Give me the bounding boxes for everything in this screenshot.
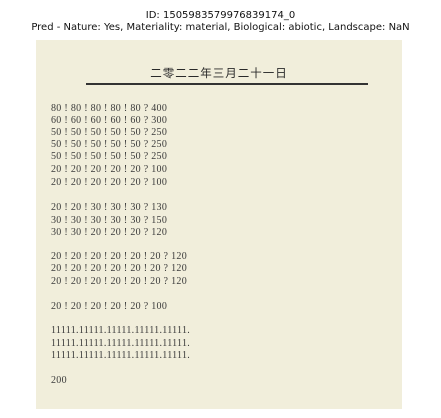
document-line: 30 ! 30 ! 20 ! 20 ! 20 ? 120 [51, 227, 168, 238]
document-line: 50 ! 50 ! 50 ! 50 ! 50 ? 250 [51, 151, 168, 162]
title-underline [86, 83, 368, 85]
prediction-caption: Pred - Nature: Yes, Materiality: materia… [31, 22, 410, 33]
document-line: 20 ! 20 ! 20 ! 20 ! 20 ? 100 [51, 164, 168, 175]
document-line: 20 ! 20 ! 20 ! 20 ! 20 ! 20 ? 120 [51, 276, 187, 287]
document-line: 20 ! 20 ! 20 ! 20 ! 20 ! 20 ? 120 [51, 251, 187, 262]
document-line: 60 ! 60 ! 60 ! 60 ! 60 ? 300 [51, 115, 168, 126]
document-line: 50 ! 50 ! 50 ! 50 ! 50 ? 250 [51, 127, 168, 138]
document-line: 11111.11111.11111.11111.11111. [51, 325, 191, 336]
document-line: 20 ! 20 ! 20 ! 20 ! 20 ? 100 [51, 177, 168, 188]
document-line: 200 [51, 375, 67, 386]
document-line: 11111.11111.11111.11111.11111. [51, 338, 191, 349]
document-line: 30 ! 30 ! 30 ! 30 ! 30 ? 150 [51, 215, 168, 226]
document-line: 80 ! 80 ! 80 ! 80 ! 80 ? 400 [51, 103, 168, 114]
document-line: 20 ! 20 ! 20 ! 20 ! 20 ? 100 [51, 301, 168, 312]
paper-document: 二零二二年三月二十一日 80 ! 80 ! 80 ! 80 ! 80 ? 400… [36, 40, 402, 409]
document-line: 11111.11111.11111.11111.11111. [51, 350, 191, 361]
document-line: 20 ! 20 ! 30 ! 30 ! 30 ? 130 [51, 202, 168, 213]
document-line: 20 ! 20 ! 20 ! 20 ! 20 ! 20 ? 120 [51, 263, 187, 274]
document-line: 50 ! 50 ! 50 ! 50 ! 50 ? 250 [51, 139, 168, 150]
document-date-title: 二零二二年三月二十一日 [150, 66, 288, 80]
image-id-caption: ID: 1505983579976839174_0 [145, 10, 296, 21]
